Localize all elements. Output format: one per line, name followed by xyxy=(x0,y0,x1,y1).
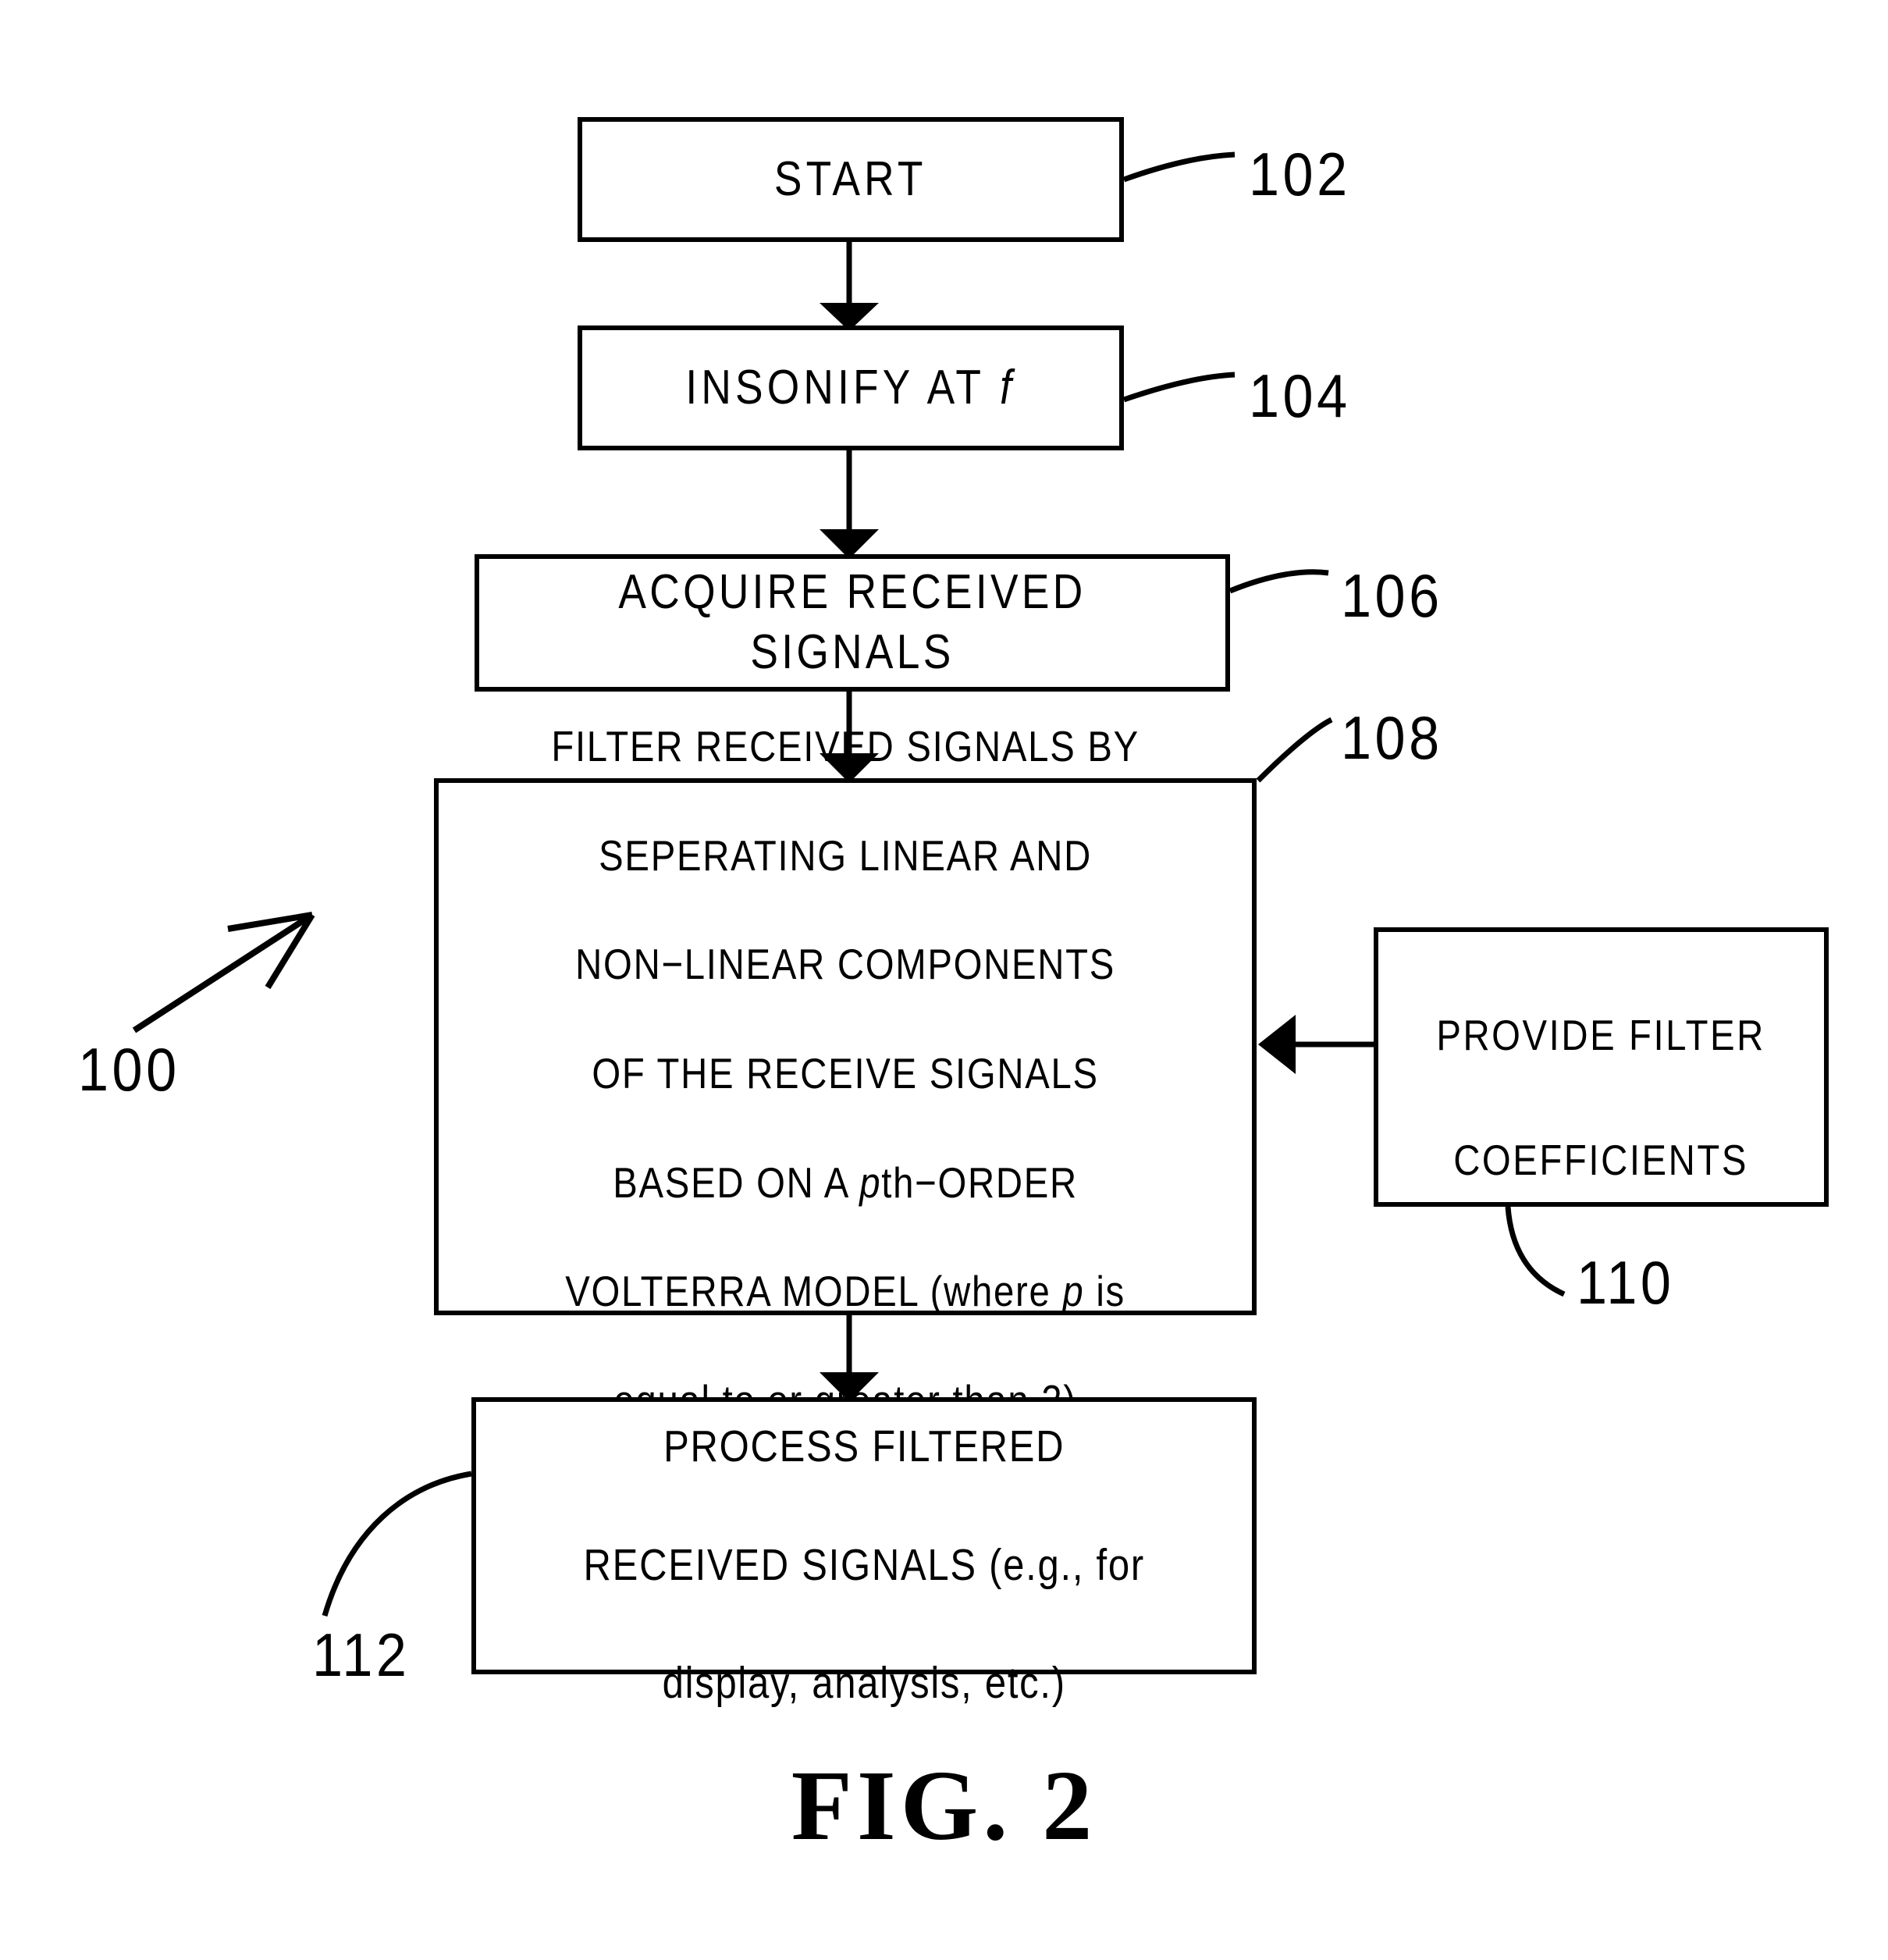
overall-reference-arrow xyxy=(132,912,315,1033)
flow-node-coefficients-label: PROVIDE FILTER COEFFICIENTS xyxy=(1437,943,1766,1192)
filter-line-5c: th−ORDER xyxy=(881,1158,1078,1207)
leader-line-102 xyxy=(1122,151,1236,183)
flow-node-insonify[interactable]: INSONIFY AT f xyxy=(578,325,1124,450)
flow-node-start[interactable]: START xyxy=(578,117,1124,242)
flow-node-process-label: PROCESS FILTERED RECEIVED SIGNALS (e.g.,… xyxy=(583,1358,1144,1713)
reference-numeral-108: 108 xyxy=(1341,703,1443,772)
process-line-3: display, analysis, etc.) xyxy=(662,1658,1066,1709)
filter-line-4: OF THE RECEIVE SIGNALS xyxy=(592,1049,1099,1097)
filter-line-6a: VOLTERRA MODEL (where xyxy=(565,1267,1063,1316)
reference-numeral-104: 104 xyxy=(1249,361,1351,430)
filter-line-2: SEPERATING LINEAR AND xyxy=(599,831,1092,880)
coefficients-line-2: COEFFICIENTS xyxy=(1453,1135,1749,1184)
filter-line-3: NON−LINEAR COMPONENTS xyxy=(575,940,1115,989)
filter-order-symbol-p: p xyxy=(859,1158,882,1207)
connector-coefficients-to-filter xyxy=(1258,1015,1374,1074)
filter-line-1: FILTER RECEIVED SIGNALS BY xyxy=(551,721,1140,770)
insonify-frequency-symbol: f xyxy=(1000,360,1016,414)
filter-line-6c: is xyxy=(1084,1267,1125,1316)
reference-numeral-100: 100 xyxy=(78,1035,180,1104)
filter-where-symbol-p: p xyxy=(1062,1267,1085,1316)
leader-line-112 xyxy=(322,1471,472,1617)
connector-insonify-to-acquire xyxy=(820,450,879,559)
flow-node-process-filtered-signals[interactable]: PROCESS FILTERED RECEIVED SIGNALS (e.g.,… xyxy=(471,1397,1257,1708)
insonify-text: INSONIFY AT xyxy=(685,360,1001,414)
process-line-1: PROCESS FILTERED xyxy=(663,1421,1065,1471)
flow-node-filter-received-signals[interactable]: FILTER RECEIVED SIGNALS BY SEPERATING LI… xyxy=(434,722,1257,1425)
reference-numeral-102: 102 xyxy=(1249,140,1351,208)
filter-line-5a: BASED ON A xyxy=(613,1158,860,1207)
connector-start-to-insonify xyxy=(820,242,879,331)
leader-line-106 xyxy=(1228,569,1329,594)
process-line-2: RECEIVED SIGNALS (e.g., for xyxy=(583,1539,1145,1590)
leader-line-108 xyxy=(1256,717,1333,783)
leader-line-104 xyxy=(1122,372,1236,403)
flow-node-filter-label: FILTER RECEIVED SIGNALS BY SEPERATING LI… xyxy=(551,665,1140,1428)
reference-numeral-106: 106 xyxy=(1341,561,1443,630)
flow-node-insonify-label: INSONIFY AT f xyxy=(686,358,1016,418)
flow-node-start-label: START xyxy=(774,151,927,206)
leader-line-110 xyxy=(1505,1206,1566,1297)
figure-caption: FIG. 2 xyxy=(791,1750,1097,1861)
reference-numeral-112: 112 xyxy=(312,1620,411,1689)
coefficients-line-1: PROVIDE FILTER xyxy=(1436,1011,1766,1060)
reference-numeral-110: 110 xyxy=(1577,1248,1675,1317)
flow-node-provide-filter-coefficients[interactable]: PROVIDE FILTER COEFFICIENTS xyxy=(1374,927,1829,1207)
patent-figure-page: START INSONIFY AT f ACQUIRE RECEIVED SIG… xyxy=(0,0,1888,1960)
